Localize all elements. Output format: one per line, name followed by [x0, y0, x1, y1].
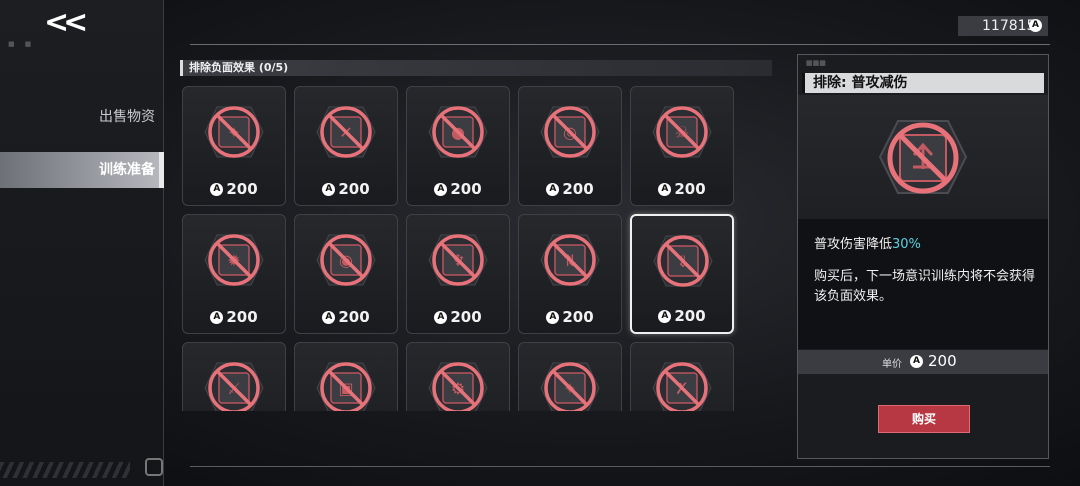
effect-card[interactable]: ◎ A200 — [518, 86, 622, 206]
sidebar-item-label: 出售物资 — [99, 109, 155, 125]
card-price: A 200 — [407, 308, 509, 326]
effect-card[interactable]: ⇓ A200 — [630, 214, 734, 334]
section-title-text: 排除负面效果 (0/5) — [189, 61, 289, 74]
effect-card[interactable]: ⚙ — [406, 342, 510, 411]
no-sword-icon: ⚔ — [204, 362, 264, 411]
effect-card[interactable]: ☠ A200 — [630, 86, 734, 206]
no-cube-icon: ▣ — [316, 362, 376, 411]
divider — [190, 44, 1050, 45]
unit-price-bar: 单价 A 200 — [798, 350, 1048, 374]
detail-panel: ▦▦▦ 排除: 普攻减伤 普攻伤害降低30% 购买后，下一场意识训练内将不会获得… — [797, 54, 1049, 459]
currency-icon: A — [1029, 19, 1042, 32]
card-price-value: 200 — [338, 180, 370, 198]
no-compass-icon: ✧ — [540, 362, 600, 411]
no-crossed-icon: ✗ — [652, 362, 712, 411]
desc-prefix: 普攻伤害降低 — [814, 237, 893, 252]
effect-card[interactable]: ⚔ — [182, 342, 286, 411]
card-price-value: 200 — [226, 308, 258, 326]
no-gear-skull-icon: ⚙ — [428, 362, 488, 411]
detail-title: 排除: 普攻减伤 — [802, 73, 1044, 93]
decor-dots: ■■ — [8, 40, 42, 48]
card-price-value: 200 — [674, 180, 706, 198]
card-price-value: 200 — [226, 180, 258, 198]
buy-button[interactable]: 购买 — [878, 405, 970, 433]
detail-icon-area — [798, 95, 1048, 219]
currency-display: 117815 A — [958, 16, 1048, 36]
no-broken-shield-icon: ✕ — [316, 106, 376, 158]
no-swap-arrows-icon: ⇅ — [540, 234, 600, 286]
card-price: A 200 — [519, 180, 621, 198]
currency-icon: A — [210, 183, 224, 196]
card-price: A 200 — [632, 307, 732, 325]
no-demon-icon: ♆ — [428, 234, 488, 286]
card-price: A 200 — [407, 180, 509, 198]
effect-card[interactable]: ⇅ A200 — [518, 214, 622, 334]
effect-card[interactable]: ▣ — [294, 342, 398, 411]
sidebar-item-sell-supplies[interactable]: 出售物资 — [0, 99, 163, 135]
currency-icon: A — [546, 311, 560, 324]
sidebar-item-training-prep[interactable]: 训练准备 — [0, 152, 164, 188]
currency-icon: A — [658, 310, 672, 323]
effect-card[interactable]: ● A200 — [406, 86, 510, 206]
currency-icon: A — [322, 311, 336, 324]
no-attack-down-icon — [878, 120, 968, 194]
purchase-note: 购买后，下一场意识训练内将不会获得该负面效果。 — [814, 269, 1036, 304]
decor-stripes — [0, 462, 130, 478]
card-price: A 200 — [183, 180, 285, 198]
currency-icon: A — [910, 355, 923, 368]
currency-icon: A — [434, 183, 448, 196]
currency-icon: A — [658, 183, 672, 196]
sidebar: << ■■ 出售物资 训练准备 — [0, 0, 164, 486]
sidebar-item-label: 训练准备 — [99, 162, 155, 178]
card-price: A 200 — [519, 308, 621, 326]
no-star-badge-icon: ✦ — [204, 106, 264, 158]
card-price-value: 200 — [450, 308, 482, 326]
currency-icon: A — [434, 311, 448, 324]
card-price: A 200 — [295, 180, 397, 198]
card-price-value: 200 — [562, 308, 594, 326]
no-flame-burst-icon: ✹ — [204, 234, 264, 286]
card-price: A 200 — [183, 308, 285, 326]
no-bomb-icon: ● — [428, 106, 488, 158]
currency-amount: 117815 — [982, 18, 1036, 34]
card-price: A 200 — [631, 180, 733, 198]
decor-dots: ▦▦▦ — [806, 59, 826, 67]
currency-icon: A — [546, 183, 560, 196]
unit-price-number: 200 — [928, 352, 957, 370]
effect-description: 普攻伤害降低30% — [814, 233, 921, 252]
divider — [190, 466, 1050, 467]
effect-card[interactable]: ◉ A200 — [294, 214, 398, 334]
unit-price-label: 单价 — [882, 359, 902, 370]
back-arrow-icon: << — [44, 5, 88, 40]
effect-card[interactable]: ✦ A200 — [182, 86, 286, 206]
effect-grid: ✦A200✕A200●A200◎A200☠A200✹A200◉A200♆A200… — [182, 86, 738, 411]
desc-highlight: 30% — [892, 237, 921, 252]
effect-card[interactable]: ✕ A200 — [294, 86, 398, 206]
card-price-value: 200 — [450, 180, 482, 198]
currency-icon: A — [322, 183, 336, 196]
section-title: 排除负面效果 (0/5) — [180, 60, 772, 76]
effect-card[interactable]: ♆ A200 — [406, 214, 510, 334]
no-aperture-icon: ◎ — [540, 106, 600, 158]
no-skull-icon: ☠ — [652, 106, 712, 158]
currency-icon: A — [210, 311, 224, 324]
no-vortex-icon: ◉ — [316, 234, 376, 286]
description-area: 普攻伤害降低30% 购买后，下一场意识训练内将不会获得该负面效果。 — [798, 219, 1048, 349]
back-button[interactable]: << — [44, 8, 90, 38]
card-price-value: 200 — [562, 180, 594, 198]
card-price-value: 200 — [674, 307, 706, 325]
card-price-value: 200 — [338, 308, 370, 326]
card-price: A 200 — [295, 308, 397, 326]
no-attack-down-icon: ⇓ — [653, 235, 713, 287]
effect-card[interactable]: ✹ A200 — [182, 214, 286, 334]
effect-card[interactable]: ✧ — [518, 342, 622, 411]
robot-icon[interactable] — [145, 458, 163, 476]
unit-price-value: A 200 — [910, 352, 957, 370]
effect-card[interactable]: ✗ — [630, 342, 734, 411]
